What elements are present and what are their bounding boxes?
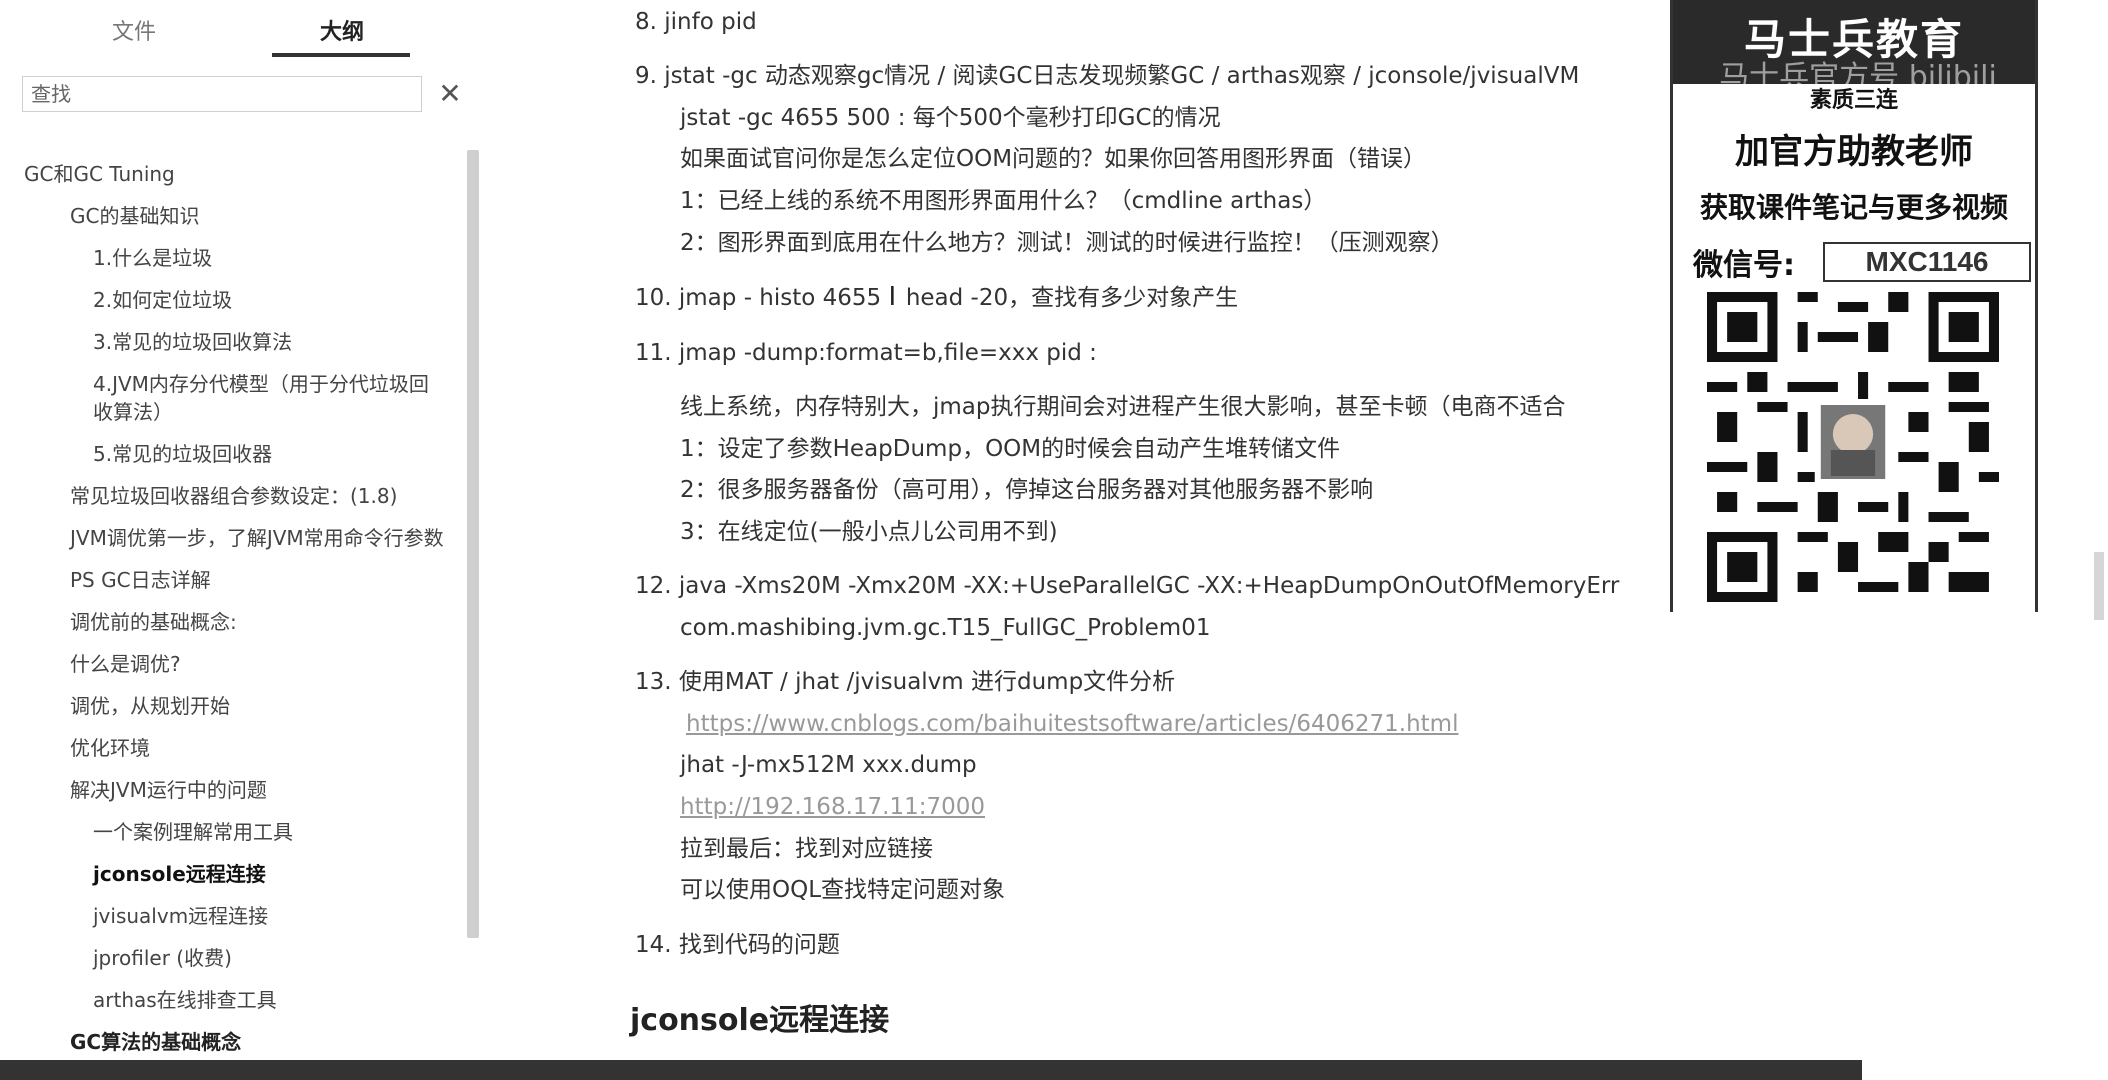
list-item: 8. jinfo pid xyxy=(635,9,757,35)
list-item: 2：图形界面到底用在什么地方？测试！测试的时候进行监控！（压测观察） xyxy=(680,230,1454,256)
outline-item[interactable]: 5.常见的垃圾回收器 xyxy=(0,440,455,468)
list-item: jstat -gc 4655 500 : 每个500个毫秒打印GC的情况 xyxy=(680,105,1221,131)
tab-files[interactable]: 文件 xyxy=(64,14,204,46)
list-item: 9. jstat -gc 动态观察gc情况 / 阅读GC日志发现频繁GC / a… xyxy=(635,63,1580,89)
list-item: 3：在线定位(一般小点儿公司用不到) xyxy=(680,519,1058,545)
list-item: 1：设定了参数HeapDump，OOM的时候会自动产生堆转储文件 xyxy=(680,436,1341,462)
close-icon[interactable]: ✕ xyxy=(436,76,464,112)
promo-tag: 素质三连 xyxy=(1809,88,1898,113)
hyperlink[interactable]: https://www.cnblogs.com/baihuitestsoftwa… xyxy=(686,708,1458,740)
promo-overlay: 马士兵教育 马士兵官方号 bilibili 素质三连 加官方助教老师 获取课件笔… xyxy=(1670,0,2038,612)
outline-item[interactable]: 调优前的基础概念: xyxy=(0,608,455,636)
list-item: 13. 使用MAT / jhat /jvisualvm 进行dump文件分析 xyxy=(635,669,1176,695)
outline-item[interactable]: JVM调优第一步，了解JVM常用命令行参数 xyxy=(0,524,445,552)
outline-item[interactable]: arthas在线排查工具 xyxy=(0,986,455,1014)
qr-code-graphic xyxy=(1707,292,1999,602)
list-item: 1：已经上线的系统不用图形界面用什么？（cmdline arthas） xyxy=(680,188,1327,214)
wechat-label: 微信号: xyxy=(1693,248,1795,283)
list-item: com.mashibing.jvm.gc.T15_FullGC_Problem0… xyxy=(680,615,1211,641)
outline-item[interactable]: 调优，从规划开始 xyxy=(0,692,455,720)
outline-item-active[interactable]: jconsole远程连接 xyxy=(0,860,455,888)
promo-header: 马士兵教育 马士兵官方号 bilibili xyxy=(1673,0,2035,95)
content-scrollbar[interactable] xyxy=(2094,552,2104,620)
section-heading: jconsole远程连接 xyxy=(630,1003,890,1038)
list-item: 拉到最后：找到对应链接 xyxy=(680,836,933,862)
list-item: 12. java -Xms20M -Xmx20M -XX:+UseParalle… xyxy=(635,573,1620,599)
outline-item[interactable]: jvisualvm远程连接 xyxy=(0,902,455,930)
hyperlink[interactable]: http://192.168.17.11:7000 xyxy=(680,791,985,823)
outline-item[interactable]: 1.什么是垃圾 xyxy=(0,244,455,272)
list-item: 2：很多服务器备份（高可用），停掉这台服务器对其他服务器不影响 xyxy=(680,477,1374,503)
bottom-bar xyxy=(0,1060,1862,1080)
outline-item[interactable]: GC的基础知识 xyxy=(0,202,455,230)
outline-item[interactable]: GC和GC Tuning xyxy=(0,160,455,188)
outline-item[interactable]: jprofiler (收费) xyxy=(0,944,455,972)
outline-item[interactable]: GC算法的基础概念 xyxy=(0,1028,455,1056)
outline-item[interactable]: 4.JVM内存分代模型（用于分代垃圾回收算法） xyxy=(0,370,440,426)
search-input[interactable] xyxy=(22,76,422,112)
outline-item[interactable]: 什么是调优? xyxy=(0,650,455,678)
wechat-id: MXC1146 xyxy=(1823,242,2031,282)
list-item: jhat -J-mx512M xxx.dump xyxy=(680,752,977,778)
active-tab-indicator xyxy=(272,53,410,57)
tab-outline[interactable]: 大纲 xyxy=(272,14,412,46)
list-item: 11. jmap -dump:format=b,file=xxx pid : xyxy=(635,340,1097,366)
sidebar-scrollbar[interactable] xyxy=(467,150,479,938)
outline-item[interactable]: 一个案例理解常用工具 xyxy=(0,818,455,846)
list-item: 线上系统，内存特别大，jmap执行期间会对进程产生很大影响，甚至卡顿（电商不适合 xyxy=(680,394,1566,420)
list-item: 如果面试官问你是怎么定位OOM问题的？如果你回答用图形界面（错误） xyxy=(680,146,1427,172)
outline-item[interactable]: 2.如何定位垃圾 xyxy=(0,286,455,314)
promo-subline: 获取课件笔记与更多视频 xyxy=(1699,191,2008,224)
qr-code-icon xyxy=(1707,292,1999,602)
list-item: 可以使用OQL查找特定问题对象 xyxy=(680,877,1006,903)
outline-item[interactable]: 常见垃圾回收器组合参数设定：(1.8) xyxy=(0,482,455,510)
outline-item[interactable]: 解决JVM运行中的问题 xyxy=(0,776,455,804)
outline-item[interactable]: 优化环境 xyxy=(0,734,455,762)
sidebar-tabs: 文件 大纲 xyxy=(0,0,485,58)
promo-headline: 加官方助教老师 xyxy=(1735,132,1973,172)
list-item: 14. 找到代码的问题 xyxy=(635,932,840,958)
outline-item[interactable]: PS GC日志详解 xyxy=(0,566,455,594)
list-item: 10. jmap - histo 4655 I head -20，查找有多少对象… xyxy=(635,281,1238,314)
sidebar: 文件 大纲 ✕ GC和GC Tuning GC的基础知识 1.什么是垃圾 2.如… xyxy=(0,0,485,1080)
outline-tree: GC和GC Tuning GC的基础知识 1.什么是垃圾 2.如何定位垃圾 3.… xyxy=(0,160,455,1070)
outline-item[interactable]: 3.常见的垃圾回收算法 xyxy=(0,328,455,356)
text-segment: 10. jmap - histo 4655 xyxy=(635,285,882,311)
text-cursor-icon: I xyxy=(888,282,897,312)
text-segment: head -20，查找有多少对象产生 xyxy=(905,285,1239,311)
